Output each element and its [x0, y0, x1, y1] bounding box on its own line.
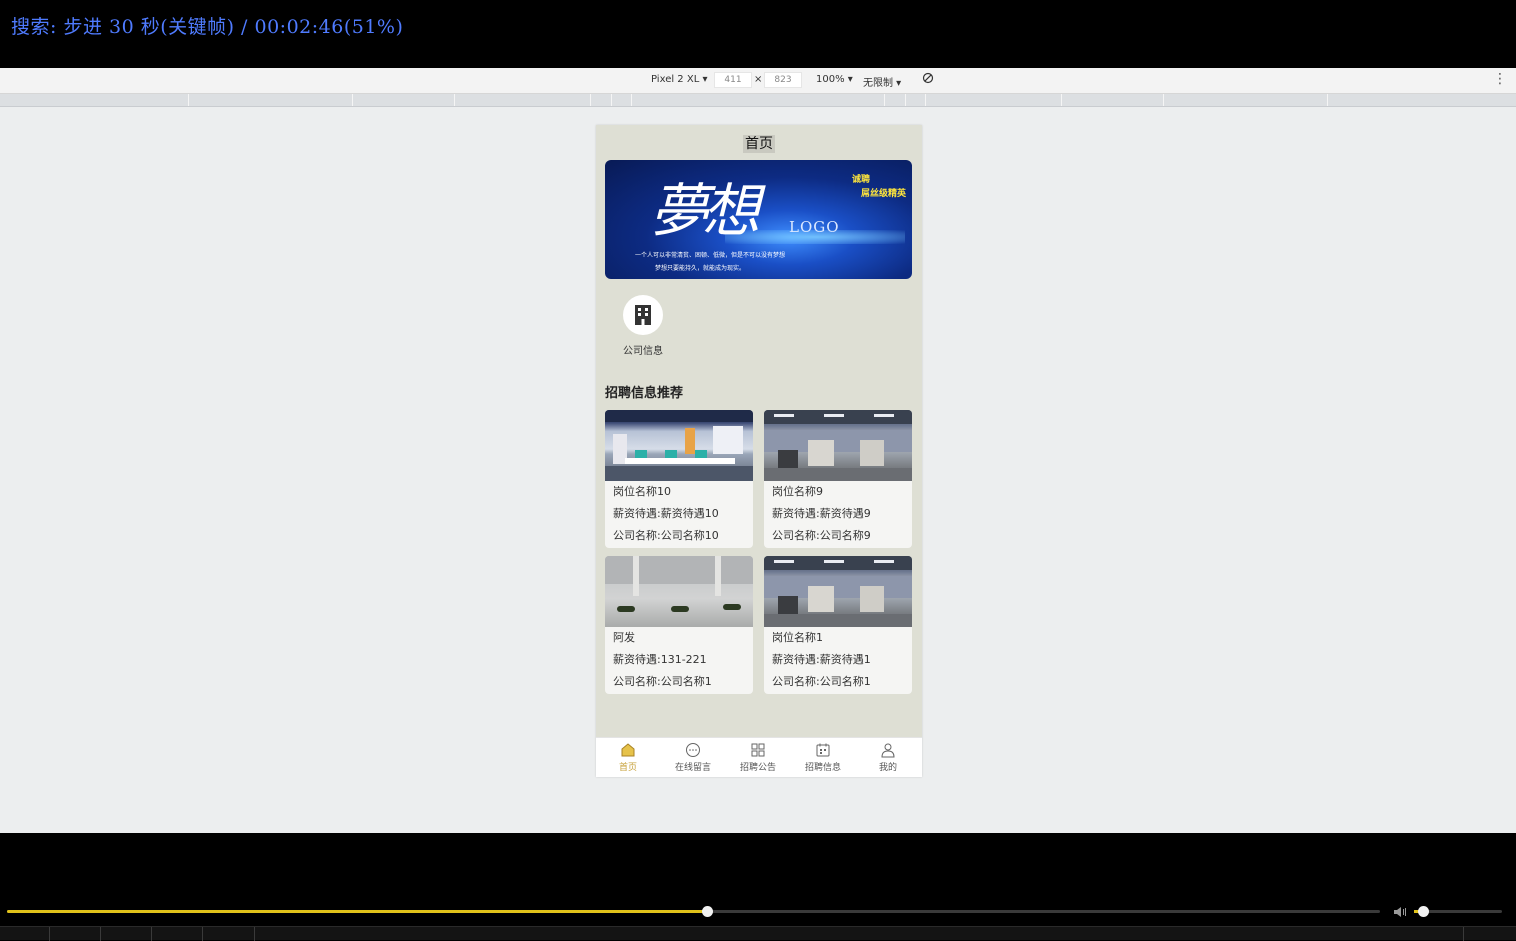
- job-salary: 薪资待遇:薪资待遇9: [772, 507, 871, 520]
- devtools-device-toolbar: Pixel 2 XL ▾ 411 × 823 100% ▾ 无限制 ▾ ⋮: [0, 68, 1516, 94]
- section-title: 招聘信息推荐: [605, 386, 684, 401]
- banner-logo-text: LOGO: [789, 218, 840, 236]
- building-icon: [635, 305, 651, 325]
- banner-slogan-2: 梦想只要能持久，就能成为现实。: [655, 265, 746, 272]
- company-info-entry[interactable]: 公司信息: [616, 295, 670, 357]
- job-card[interactable]: 岗位名称10 薪资待遇:薪资待遇10 公司名称:公司名称10: [605, 410, 753, 548]
- job-card[interactable]: 岗位名称9 薪资待遇:薪资待遇9 公司名称:公司名称9: [764, 410, 912, 548]
- mobile-app-screen: 首页 夢想 LOGO 诚聘 屌丝级精英 一个人可以非常清贫、困顿、低微，但是不可…: [596, 125, 922, 777]
- banner-slogan-1: 一个人可以非常清贫、困顿、低微，但是不可以没有梦想: [635, 252, 786, 259]
- viewport-width-input[interactable]: 411: [714, 72, 752, 88]
- job-image: [764, 410, 912, 481]
- job-image: [605, 410, 753, 481]
- tab-messages[interactable]: 在线留言: [661, 742, 725, 773]
- tab-profile[interactable]: 我的: [856, 742, 920, 773]
- job-image: [605, 556, 753, 627]
- tab-home[interactable]: 首页: [596, 742, 660, 773]
- seek-bar-handle[interactable]: [702, 906, 714, 917]
- banner-tag-hiring: 诚聘: [851, 175, 870, 185]
- more-options-icon[interactable]: ⋮: [1493, 71, 1508, 87]
- home-icon: [621, 743, 635, 757]
- rotate-icon[interactable]: [922, 72, 934, 87]
- zoom-select[interactable]: 100% ▾: [816, 74, 853, 85]
- tab-announcements[interactable]: 招聘公告: [726, 742, 790, 773]
- job-title: 岗位名称10: [613, 485, 671, 498]
- osd-status-text: 搜索: 步进 30 秒(关键帧) / 00:02:46(51%): [11, 16, 404, 38]
- emulated-viewport: 首页 夢想 LOGO 诚聘 屌丝级精英 一个人可以非常清贫、困顿、低微，但是不可…: [0, 107, 1516, 833]
- garage-photo: [605, 556, 753, 612]
- device-select[interactable]: Pixel 2 XL ▾: [651, 74, 707, 85]
- seek-bar-played: [7, 910, 708, 913]
- office-photo: [605, 410, 753, 481]
- player-osd: 搜索: 步进 30 秒(关键帧) / 00:02:46(51%): [0, 0, 1516, 68]
- taskbar: [0, 926, 1516, 941]
- job-salary: 薪资待遇:薪资待遇1: [772, 653, 871, 666]
- job-title: 岗位名称1: [772, 631, 823, 644]
- volume-slider[interactable]: [1414, 906, 1502, 917]
- company-info-label: 公司信息: [623, 346, 663, 357]
- grid-icon: [751, 743, 765, 757]
- player-controls: [0, 833, 1516, 940]
- throttle-select[interactable]: 无限制 ▾: [863, 74, 901, 89]
- office-photo: [764, 556, 912, 627]
- office-photo: [764, 410, 912, 481]
- job-salary: 薪资待遇:薪资待遇10: [613, 507, 719, 520]
- seek-bar[interactable]: [7, 906, 1380, 917]
- tab-label: 招聘公告: [739, 763, 776, 773]
- media-query-ruler: [0, 94, 1516, 107]
- banner-tag-elite: 屌丝级精英: [860, 189, 906, 199]
- page-title: 首页: [743, 135, 775, 153]
- company-icon-circle: [623, 295, 663, 335]
- calendar-icon: [816, 743, 830, 757]
- job-company: 公司名称:公司名称10: [613, 529, 719, 542]
- bottom-tab-bar: 首页 在线留言 招聘公告 招聘信息 我的: [596, 737, 922, 777]
- user-icon: [881, 743, 895, 758]
- job-card[interactable]: 岗位名称1 薪资待遇:薪资待遇1 公司名称:公司名称1: [764, 556, 912, 694]
- job-salary: 薪资待遇:131-221: [613, 653, 707, 666]
- tab-label: 在线留言: [674, 763, 711, 773]
- tab-label: 首页: [618, 763, 637, 773]
- job-title: 岗位名称9: [772, 485, 823, 498]
- tab-jobs[interactable]: 招聘信息: [791, 742, 855, 773]
- tab-label: 我的: [878, 763, 897, 773]
- banner-carousel[interactable]: 夢想 LOGO 诚聘 屌丝级精英 一个人可以非常清贫、困顿、低微，但是不可以没有…: [605, 160, 912, 279]
- job-title: 阿发: [613, 631, 635, 644]
- job-company: 公司名称:公司名称1: [613, 675, 712, 688]
- volume-slider-handle[interactable]: [1417, 906, 1429, 917]
- banner-calligraphy: 夢想: [650, 177, 760, 245]
- volume-icon[interactable]: [1393, 904, 1409, 923]
- chat-icon: [686, 743, 700, 757]
- job-card[interactable]: 阿发 薪资待遇:131-221 公司名称:公司名称1: [605, 556, 753, 694]
- viewport-height-input[interactable]: 823: [764, 72, 802, 88]
- job-company: 公司名称:公司名称9: [772, 529, 871, 542]
- job-company: 公司名称:公司名称1: [772, 675, 871, 688]
- tab-label: 招聘信息: [804, 763, 841, 773]
- job-image: [764, 556, 912, 627]
- dimension-separator: ×: [754, 74, 763, 85]
